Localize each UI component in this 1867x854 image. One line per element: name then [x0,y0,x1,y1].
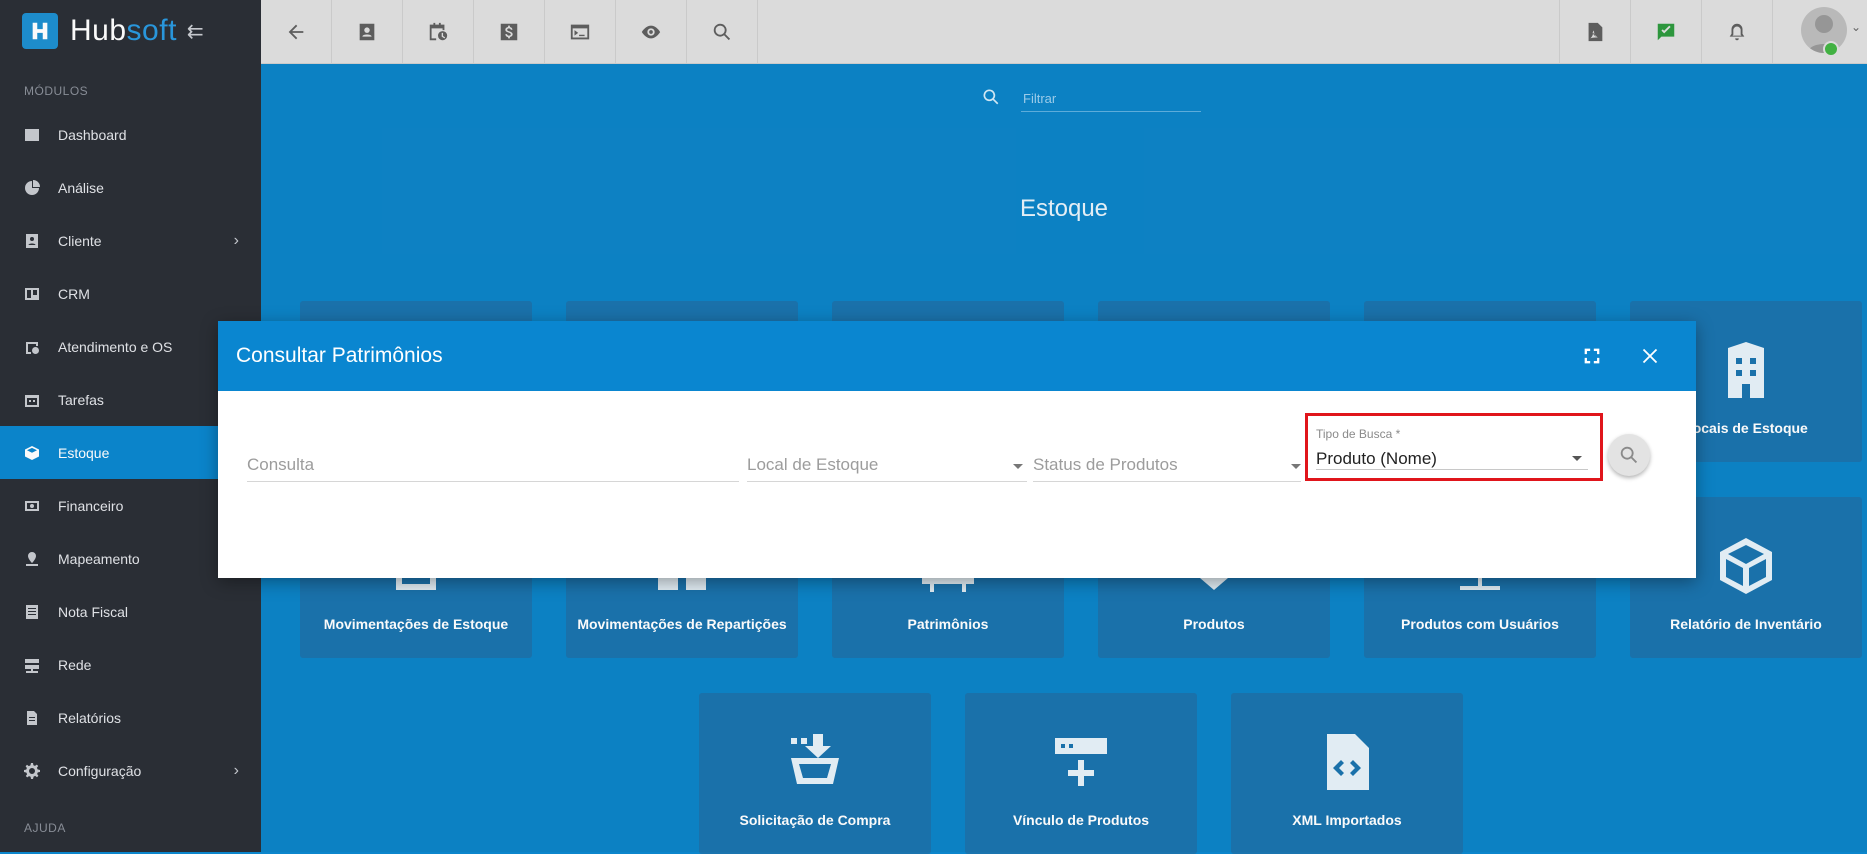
consulta-input[interactable]: Consulta [247,441,739,482]
tipo-busca-label: Tipo de Busca * [1316,427,1401,441]
tipo-busca-value: Produto (Nome) [1316,449,1437,468]
status-produtos-select[interactable]: Status de Produtos [1033,441,1301,482]
status-produtos-placeholder: Status de Produtos [1033,455,1178,474]
chevron-down-icon [1291,464,1301,469]
consulta-placeholder: Consulta [247,455,315,474]
fullscreen-button[interactable] [1568,321,1616,391]
search-submit-button[interactable] [1608,434,1650,476]
chevron-down-icon [1013,464,1023,469]
dialog-title: Consultar Patrimônios [236,344,443,367]
field-underline [1316,469,1588,470]
close-icon [1642,348,1658,364]
chevron-down-icon [1572,456,1582,461]
close-button[interactable] [1626,321,1674,391]
fullscreen-icon [1584,348,1600,364]
tipo-busca-select[interactable]: Tipo de Busca * Produto (Nome) [1305,413,1603,481]
dialog-header: Consultar Patrimônios [218,321,1696,391]
local-estoque-placeholder: Local de Estoque [747,455,879,474]
consultar-patrimonios-dialog: Consultar Patrimônios Consulta Local de … [218,321,1696,578]
local-estoque-select[interactable]: Local de Estoque [747,441,1027,482]
search-icon [1620,446,1638,464]
